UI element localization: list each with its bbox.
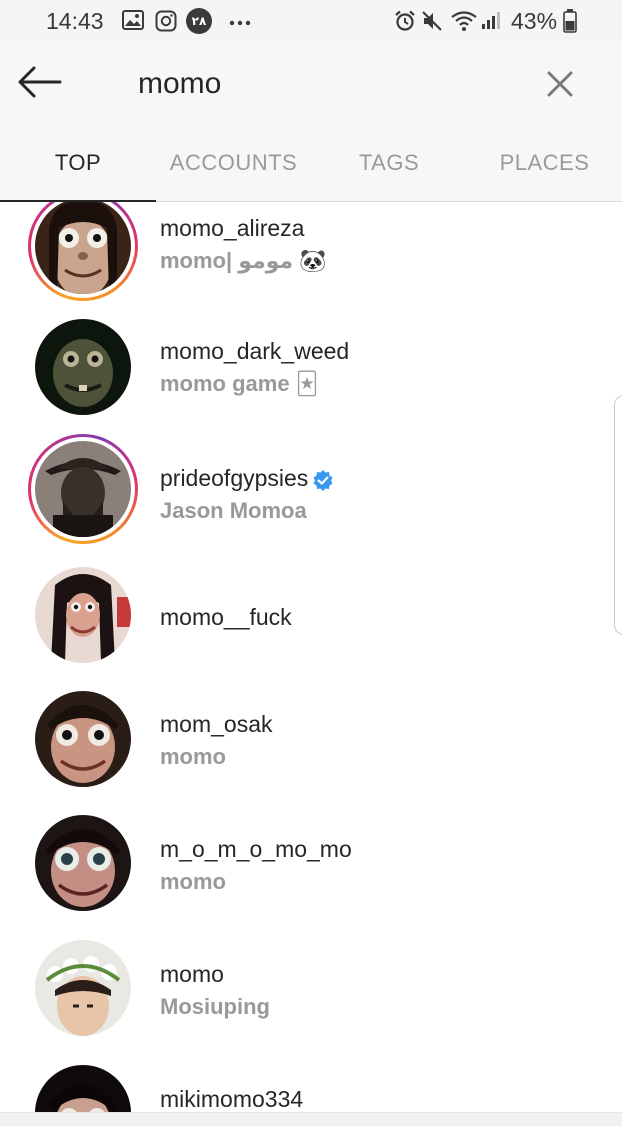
result-username: momo__fuck	[160, 604, 292, 630]
list-item[interactable]: momo_alireza momo| مومو 🐼	[0, 202, 610, 308]
avatar[interactable]	[28, 560, 138, 670]
list-item[interactable]: momo__fuck	[0, 554, 610, 678]
gallery-icon	[122, 10, 144, 35]
avatar[interactable]	[28, 202, 138, 301]
close-icon[interactable]	[540, 64, 580, 104]
result-fullname: momo| مومو 🐼	[160, 248, 327, 273]
avatar-image	[35, 1065, 131, 1112]
wifi-icon	[451, 10, 477, 37]
clear-search-button[interactable]	[540, 64, 582, 106]
search-input[interactable]	[138, 60, 518, 108]
arrow-left-icon[interactable]	[14, 62, 64, 102]
search-tabs: TOP ACCOUNTS TAGS PLACES	[0, 128, 622, 202]
result-username: momo	[160, 961, 224, 987]
battery-icon	[563, 9, 577, 38]
tab-top[interactable]: TOP	[0, 128, 156, 202]
tab-places[interactable]: PLACES	[467, 128, 622, 202]
result-username-text: prideofgypsies	[160, 465, 309, 491]
more-dots-icon	[229, 14, 251, 32]
avatar-image	[35, 441, 131, 537]
avatar[interactable]	[28, 434, 138, 544]
result-username: momo_alireza	[160, 215, 305, 241]
result-fullname: momo	[160, 744, 226, 769]
list-item[interactable]: m_o_m_o_mo_mo momo	[0, 803, 610, 927]
verified-badge-icon	[313, 469, 333, 491]
avatar-image	[35, 202, 131, 294]
battery-percent: 43%	[511, 8, 558, 34]
result-username: prideofgypsies	[160, 465, 334, 492]
notification-badge-icon: ۲۸	[186, 8, 212, 34]
avatar[interactable]	[28, 684, 138, 794]
instagram-icon	[155, 10, 177, 37]
avatar-image	[35, 815, 131, 911]
status-time: 14:43	[46, 8, 104, 34]
result-username: momo_dark_weed	[160, 338, 350, 364]
result-username: m_o_m_o_mo_mo	[160, 836, 352, 862]
signal-icon	[481, 10, 503, 35]
alarm-icon	[394, 10, 416, 37]
avatar[interactable]	[28, 933, 138, 1043]
avatar[interactable]	[28, 808, 138, 918]
avatar-image	[35, 691, 131, 787]
avatar[interactable]	[28, 1058, 138, 1112]
avatar-image	[35, 319, 131, 415]
list-item[interactable]: mikimomo334	[0, 1053, 610, 1112]
list-item[interactable]: mom_osak momo	[0, 679, 610, 803]
tab-accounts[interactable]: ACCOUNTS	[156, 128, 311, 202]
avatar[interactable]	[28, 312, 138, 422]
result-fullname: Jason Momoa	[160, 498, 307, 523]
result-fullname: momo	[160, 869, 226, 894]
search-header	[0, 42, 622, 128]
list-item[interactable]: prideofgypsies Jason Momoa	[0, 429, 610, 553]
list-item[interactable]: momo_dark_weed momo game 🃏	[0, 305, 610, 429]
bottom-edge	[0, 1112, 622, 1126]
back-button[interactable]	[14, 62, 68, 106]
list-item[interactable]: momo Mosiuping	[0, 928, 610, 1052]
edge-panel-handle[interactable]	[614, 395, 622, 635]
avatar-image	[35, 940, 131, 1036]
result-username: mom_osak	[160, 711, 273, 737]
result-fullname: Mosiuping	[160, 994, 270, 1019]
search-results-list[interactable]: momo_alireza momo| مومو 🐼 momo_dark_weed…	[0, 202, 622, 1112]
status-bar: 14:43 ۲۸ 43%	[0, 0, 622, 42]
tab-tags[interactable]: TAGS	[311, 128, 467, 202]
result-username: mikimomo334	[160, 1086, 304, 1112]
avatar-image	[35, 567, 131, 663]
mute-icon	[421, 10, 443, 37]
result-fullname: momo game 🃏	[160, 371, 319, 396]
